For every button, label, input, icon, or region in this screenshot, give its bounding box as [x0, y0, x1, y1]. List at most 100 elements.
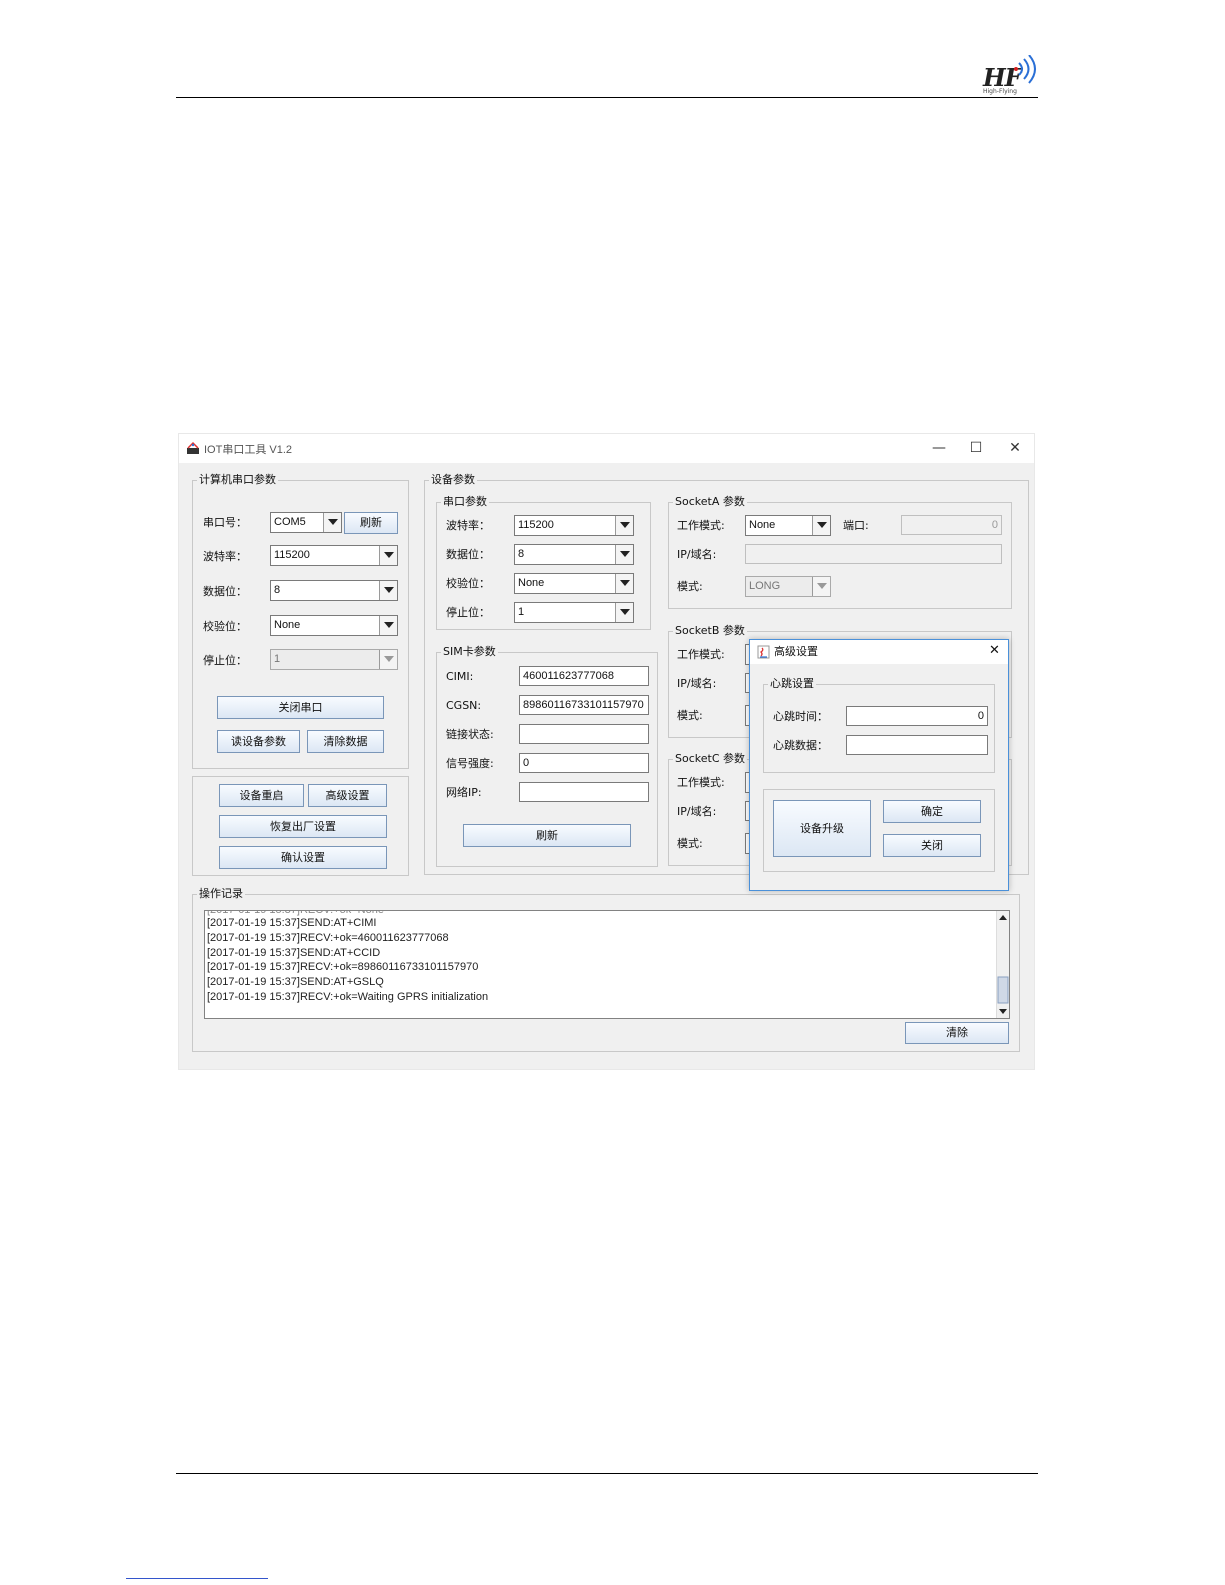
clear-data-button[interactable]: 清除数据 [307, 730, 384, 753]
cgsn-label: CGSN: [446, 699, 482, 712]
dev-databits-select[interactable]: 8 [514, 544, 634, 565]
pc-stopbits-select[interactable]: 1 [270, 649, 398, 670]
dev-databits-value: 8 [518, 548, 525, 560]
dialog-close-action-label: 关闭 [921, 839, 943, 852]
clear-log-button[interactable]: 清除 [905, 1022, 1009, 1044]
pc-stopbits-label: 停止位： [203, 654, 247, 667]
dev-baud-select[interactable]: 115200 [514, 515, 634, 536]
socket-b-ip-label: IP/域名: [677, 677, 717, 690]
pc-databits-value: 8 [274, 584, 281, 596]
dev-stopbits-select[interactable]: 1 [514, 602, 634, 623]
sim-refresh-label: 刷新 [536, 829, 558, 842]
wifi-signal-icon [1014, 55, 1036, 84]
dev-parity-select[interactable]: None [514, 573, 634, 594]
link-status-field[interactable] [519, 724, 649, 744]
clear-log-label: 清除 [946, 1026, 968, 1039]
dev-stopbits-label: 停止位： [446, 606, 490, 619]
socket-c-ip-label: IP/域名: [677, 805, 717, 818]
sim-refresh-button[interactable]: 刷新 [463, 824, 631, 847]
socket-a-title: SocketA 参数 [673, 495, 747, 509]
socket-a-mode-value: None [749, 519, 776, 531]
dev-databits-label: 数据位： [446, 548, 490, 561]
pc-stopbits-value: 1 [274, 653, 281, 665]
cimi-label: CIMI: [446, 670, 474, 683]
minimize-button[interactable]: — [924, 437, 954, 459]
socket-a-mode-select[interactable]: None [745, 515, 831, 536]
device-params-title: 设备参数 [429, 473, 477, 487]
dev-parity-label: 校验位： [446, 577, 490, 590]
factory-reset-label: 恢复出厂设置 [270, 820, 336, 833]
footer-rule [176, 1473, 1038, 1474]
scrollbar-arrows-icon [997, 915, 1009, 1014]
device-upgrade-button[interactable]: 设备升级 [773, 800, 871, 857]
close-port-button[interactable]: 关闭串口 [217, 696, 384, 719]
socket-a-mode-label: 工作模式: [677, 519, 725, 532]
close-button[interactable]: ✕ [1000, 437, 1030, 459]
chevron-down-icon [379, 581, 397, 600]
logo-tagline: High-Flying [983, 88, 1017, 95]
dialog-ok-button[interactable]: 确定 [883, 800, 981, 823]
clear-data-label: 清除数据 [323, 735, 368, 748]
link-status-label: 链接状态: [446, 728, 494, 741]
chevron-down-icon [615, 545, 633, 564]
dialog-title-bar: 高级设置 ✕ [750, 640, 1008, 664]
advanced-settings-dialog: 高级设置 ✕ 心跳设置 心跳时间： 0 心跳数据： 设备升级 确定 关闭 [749, 639, 1009, 891]
chevron-down-icon [379, 616, 397, 635]
advanced-settings-button[interactable]: 高级设置 [308, 784, 387, 807]
network-ip-field[interactable] [519, 782, 649, 802]
socket-a-type-select[interactable]: LONG [745, 576, 831, 597]
hb-time-field[interactable]: 0 [846, 706, 988, 726]
socket-c-mode-label: 工作模式: [677, 776, 725, 789]
dialog-close-button[interactable]: ✕ [989, 644, 1000, 658]
pc-baud-select[interactable]: 115200 [270, 545, 398, 566]
refresh-ports-button[interactable]: 刷新 [344, 512, 398, 534]
factory-reset-button[interactable]: 恢复出厂设置 [219, 815, 387, 838]
signal-label: 信号强度: [446, 757, 494, 770]
log-line: [2017-01-19 15:37]RECV:+ok=Waiting GPRS … [207, 991, 489, 1003]
heartbeat-group: 心跳设置 [763, 677, 995, 773]
socket-a-type-label: 模式: [677, 580, 703, 593]
socket-a-ip-field[interactable] [745, 544, 1002, 564]
advanced-settings-label: 高级设置 [325, 789, 370, 802]
log-textarea[interactable]: [2017-01-19 15:37]RECV:+ok=None [2017-01… [204, 910, 1010, 1019]
pc-serial-title: 计算机串口参数 [197, 473, 278, 487]
chevron-down-icon [812, 516, 830, 535]
log-scrollbar[interactable] [996, 911, 1009, 1018]
hb-data-field[interactable] [846, 735, 988, 755]
restart-device-label: 设备重启 [239, 789, 284, 802]
java-app-icon [757, 645, 770, 659]
company-logo: HF High-Flying [983, 55, 1043, 97]
chevron-down-icon [615, 574, 633, 593]
log-line: [2017-01-19 15:37]SEND:AT+CIMI [207, 917, 377, 929]
chevron-down-icon [323, 513, 341, 532]
signal-field[interactable]: 0 [519, 753, 649, 773]
log-line: [2017-01-19 15:37]RECV:+ok=8986011673310… [207, 961, 479, 973]
pc-parity-value: None [274, 619, 301, 631]
log-title: 操作记录 [197, 887, 245, 901]
maximize-button[interactable]: ☐ [961, 437, 991, 459]
cimi-field[interactable]: 460011623777068 [519, 666, 649, 686]
confirm-settings-button[interactable]: 确认设置 [219, 846, 387, 869]
refresh-ports-label: 刷新 [360, 516, 382, 529]
network-ip-label: 网络IP: [446, 786, 482, 799]
cgsn-field[interactable]: 89860116733101157970 [519, 695, 649, 715]
socket-a-port-field[interactable]: 0 [901, 515, 1002, 535]
close-port-label: 关闭串口 [278, 701, 323, 714]
device-serial-title: 串口参数 [441, 495, 489, 509]
port-select[interactable]: COM5 [270, 512, 342, 533]
app-icon [187, 441, 199, 454]
read-params-button[interactable]: 读设备参数 [217, 730, 300, 753]
pc-baud-value: 115200 [274, 549, 310, 561]
dialog-close-action-button[interactable]: 关闭 [883, 834, 981, 857]
chevron-down-icon [615, 603, 633, 622]
pc-parity-select[interactable]: None [270, 615, 398, 636]
socket-b-mode-label: 工作模式: [677, 648, 725, 661]
socket-a-ip-label: IP/域名: [677, 548, 717, 561]
chevron-down-icon [379, 546, 397, 565]
app-window: IOT串口工具 V1.2 — ☐ ✕ 计算机串口参数 串口号： COM5 刷新 … [178, 433, 1035, 1070]
socket-a-type-value: LONG [749, 580, 781, 592]
pc-databits-select[interactable]: 8 [270, 580, 398, 601]
restart-device-button[interactable]: 设备重启 [219, 784, 304, 807]
footer-link-underline [126, 1578, 268, 1579]
confirm-settings-label: 确认设置 [281, 851, 325, 864]
